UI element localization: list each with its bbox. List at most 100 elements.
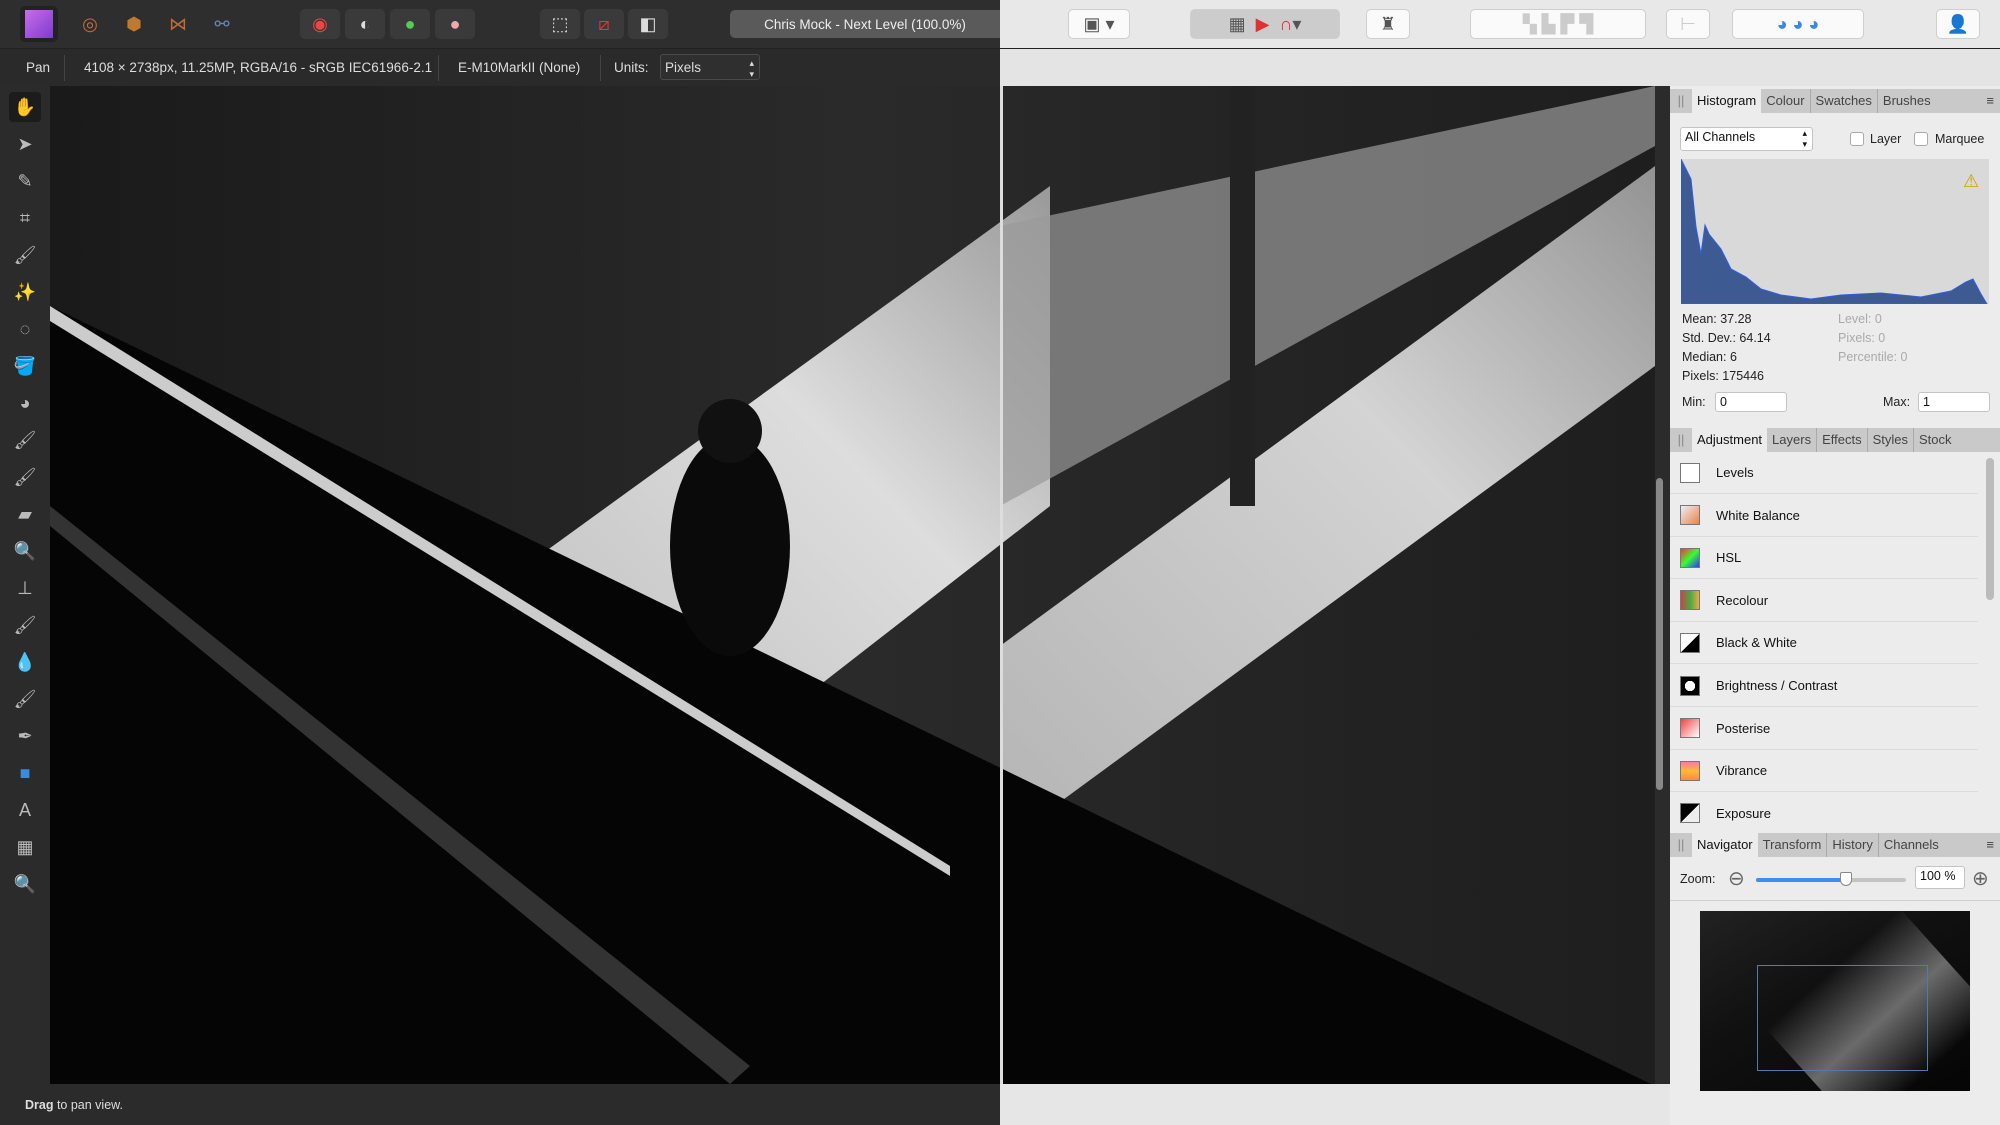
zoom-label: Zoom:: [1680, 872, 1716, 886]
boolean-ops-icon[interactable]: ◕ ◕ ◕: [1732, 9, 1864, 39]
tab-transform[interactable]: Transform: [1758, 833, 1828, 857]
snapping-group[interactable]: ▦ ▶ ∩ ▾: [1190, 9, 1340, 39]
document-title[interactable]: Chris Mock - Next Level (100.0%): [730, 10, 1000, 38]
snapping-icon[interactable]: ▦: [1229, 14, 1246, 35]
develop-persona-icon[interactable]: ⬢: [114, 9, 154, 39]
hsl-wheel-icon[interactable]: ●: [390, 9, 430, 39]
invert-selection-icon[interactable]: ◧: [628, 9, 668, 39]
channel-select[interactable]: All Channels ▴ ▾: [1680, 127, 1813, 151]
adjustment-item-brightness-contrast[interactable]: Brightness / Contrast: [1670, 665, 1978, 707]
inpainting-tool-icon[interactable]: 🖌: [9, 610, 41, 640]
flood-select-tool-icon[interactable]: ✨: [9, 277, 41, 307]
adjustment-item-vibrance[interactable]: Vibrance: [1670, 750, 1978, 793]
max-field[interactable]: 1: [1918, 392, 1990, 412]
select-all-icon[interactable]: ⬚: [540, 9, 580, 39]
text-tool-icon[interactable]: A: [9, 795, 41, 825]
adjustment-item-exposure[interactable]: Exposure: [1670, 793, 1978, 835]
selection-brush-tool-icon[interactable]: 🖌: [9, 240, 41, 270]
pen-tool-icon[interactable]: ✒: [9, 721, 41, 751]
tab-styles[interactable]: Styles: [1868, 428, 1914, 452]
marquee-tool-icon[interactable]: ◌: [9, 314, 41, 344]
hand-tool-icon[interactable]: ✋: [9, 92, 41, 122]
marquee-checkbox[interactable]: [1914, 132, 1928, 146]
histogram-graph: ⚠: [1681, 159, 1989, 304]
adjustment-item-hsl[interactable]: HSL: [1670, 537, 1978, 580]
flood-fill-tool-icon[interactable]: 🪣: [9, 351, 41, 381]
layer-checkbox[interactable]: [1850, 132, 1864, 146]
colour-balance-icon[interactable]: ◉: [300, 9, 340, 39]
zoom-in-icon[interactable]: ⊕: [1972, 866, 1989, 891]
zoom-tool-icon[interactable]: 🔍: [9, 869, 41, 899]
navigator-preview[interactable]: [1700, 911, 1970, 1091]
user-account-icon[interactable]: 👤: [1936, 9, 1980, 39]
zoom-slider-thumb[interactable]: [1840, 872, 1852, 886]
export-persona-icon[interactable]: ⚯: [202, 9, 242, 39]
affinity-photo-logo-icon: [25, 10, 53, 38]
current-tool-label: Pan: [26, 60, 51, 75]
arrange-buttons-icon[interactable]: ▚ ▙ ▛ ▜: [1470, 9, 1646, 39]
tab-brushes[interactable]: Brushes: [1878, 89, 1936, 113]
quick-mask-icon[interactable]: ▣ ▾: [1068, 9, 1130, 39]
smudge-tool-icon[interactable]: 🖌: [9, 684, 41, 714]
min-label: Min:: [1682, 395, 1706, 409]
canvas[interactable]: [50, 86, 1655, 1084]
min-field[interactable]: 0: [1715, 392, 1787, 412]
tab-layers[interactable]: Layers: [1767, 428, 1818, 452]
adjustment-item-recolour[interactable]: Recolour: [1670, 580, 1978, 622]
align-icon[interactable]: ⊢: [1666, 9, 1710, 39]
units-select[interactable]: Pixels ▴ ▾: [660, 54, 760, 80]
warning-icon[interactable]: ⚠: [1963, 171, 1979, 191]
tab-effects[interactable]: Effects: [1817, 428, 1868, 452]
erase-brush-tool-icon[interactable]: ▰: [9, 499, 41, 529]
liquify-persona-icon[interactable]: ◎: [70, 9, 110, 39]
status-hint-text: to pan view.: [53, 1098, 123, 1112]
rectangle-tool-icon[interactable]: ■: [9, 758, 41, 788]
magnet-icon[interactable]: ∩: [1279, 14, 1292, 35]
crop-tool-icon[interactable]: ⌗: [9, 203, 41, 233]
zoom-slider[interactable]: [1756, 872, 1906, 886]
colour-picker-tool-icon[interactable]: ✎: [9, 166, 41, 196]
black-white-toggle-icon[interactable]: ◐: [345, 9, 385, 39]
tab-colour[interactable]: Colour: [1761, 89, 1811, 113]
dodge-tool-icon[interactable]: 🔍: [9, 536, 41, 566]
photo-persona-button[interactable]: [20, 6, 58, 42]
adjustment-item-white-balance[interactable]: White Balance: [1670, 495, 1978, 537]
tab-adjustment[interactable]: Adjustment: [1692, 428, 1768, 452]
mesh-warp-tool-icon[interactable]: ▦: [9, 832, 41, 862]
move-tool-icon[interactable]: ➤: [9, 129, 41, 159]
force-pixel-alignment-icon[interactable]: ▶: [1256, 14, 1270, 35]
marquee-label: Marquee: [1935, 132, 1985, 146]
panel-grip-icon[interactable]: ||: [1670, 428, 1692, 452]
assistant-icon[interactable]: ♜: [1366, 9, 1410, 39]
colour-replacement-tool-icon[interactable]: 🖌: [9, 462, 41, 492]
vertical-scrollbar[interactable]: [1656, 478, 1663, 790]
adjustment-item-levels[interactable]: Levels: [1670, 452, 1978, 494]
colour-wheel-tool-icon[interactable]: ◕: [9, 388, 41, 418]
tab-channels[interactable]: Channels: [1879, 833, 1944, 857]
blur-brush-tool-icon[interactable]: 💧: [9, 647, 41, 677]
panel-grip-icon[interactable]: ||: [1670, 89, 1692, 113]
adjustment-item-posterise[interactable]: Posterise: [1670, 708, 1978, 750]
tab-swatches[interactable]: Swatches: [1811, 89, 1878, 113]
tone-mapping-persona-icon[interactable]: ⋈: [158, 9, 198, 39]
adjustment-scrollbar[interactable]: [1986, 458, 1994, 600]
paint-brush-tool-icon[interactable]: 🖌: [9, 425, 41, 455]
adjustment-item-black-white[interactable]: Black & White: [1670, 622, 1978, 665]
tab-navigator[interactable]: Navigator: [1692, 833, 1758, 857]
panel-menu-icon[interactable]: ≡: [1980, 833, 2000, 857]
tab-stock[interactable]: Stock: [1914, 428, 1957, 452]
layer-label: Layer: [1870, 132, 1902, 146]
deselect-icon[interactable]: ⧄: [584, 9, 624, 39]
zoom-field[interactable]: 100 %: [1915, 866, 1965, 889]
panel-grip-icon[interactable]: ||: [1670, 833, 1692, 857]
white-balance-icon[interactable]: ●: [435, 9, 475, 39]
tab-histogram[interactable]: Histogram: [1692, 89, 1762, 113]
hsl-icon: [1680, 547, 1700, 568]
panel-menu-icon[interactable]: ≡: [1980, 89, 2000, 113]
tab-history[interactable]: History: [1827, 833, 1879, 857]
zoom-out-icon[interactable]: ⊖: [1728, 866, 1745, 891]
status-hint-key: Drag: [25, 1098, 54, 1112]
clone-tool-icon[interactable]: ⊥: [9, 573, 41, 603]
navigator-viewport-rect[interactable]: [1757, 965, 1928, 1071]
adjustment-item-label: Vibrance: [1716, 763, 1768, 779]
